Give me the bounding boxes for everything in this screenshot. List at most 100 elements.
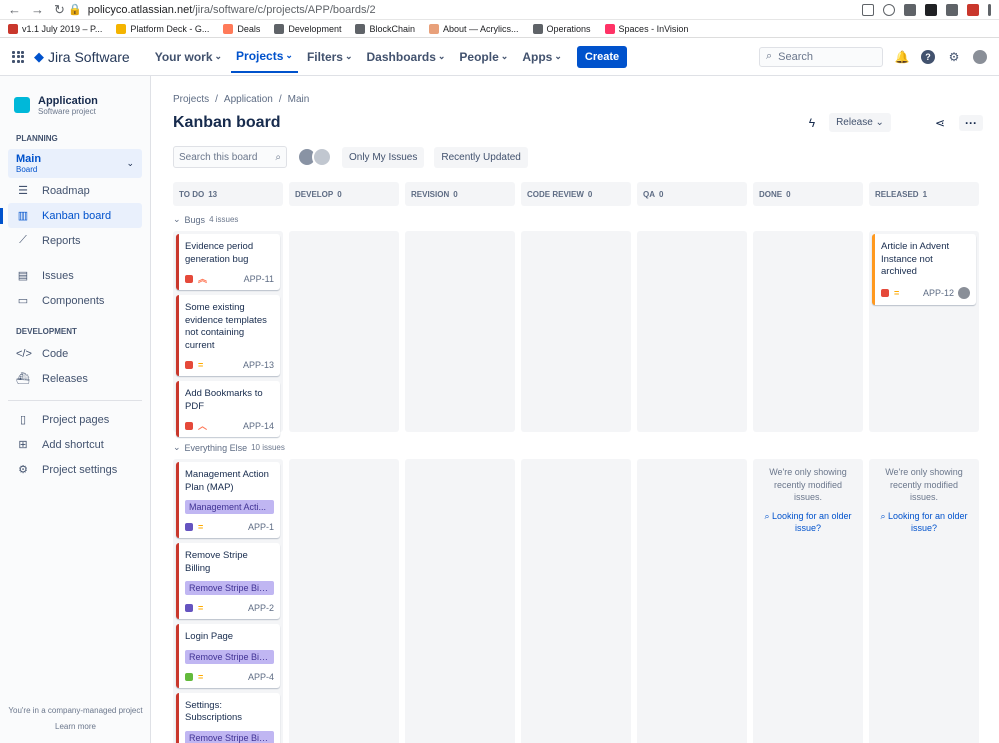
issue-key[interactable]: APP-13 <box>243 360 274 370</box>
release-button[interactable]: Release ⌄ <box>829 113 891 132</box>
help-icon[interactable]: ? <box>921 49 935 64</box>
sidebar-item-project-settings[interactable]: ⚙ Project settings <box>8 457 142 482</box>
column-name: QA <box>643 189 655 199</box>
breadcrumb-projects[interactable]: Projects <box>173 94 209 105</box>
settings-gear-icon[interactable]: ⚙ <box>947 50 961 64</box>
breadcrumb-main[interactable]: Main <box>288 94 310 105</box>
older-issue-link[interactable]: ⌕ Looking for an older issue? <box>759 510 857 535</box>
bookmark-label: Development <box>288 23 342 34</box>
column-name: RELEASED <box>875 189 919 199</box>
bookmark-item[interactable]: Spaces - InVision <box>604 23 688 34</box>
bookmark-label: Platform Deck - G... <box>130 23 210 34</box>
board-main: Projects / Application / Main Kanban board… <box>151 76 999 743</box>
puzzle-icon[interactable] <box>946 3 958 16</box>
older-issue-link[interactable]: ⌕ Looking for an older issue? <box>875 510 973 535</box>
nav-people[interactable]: People ⌄ <box>454 41 513 73</box>
nav-apps[interactable]: Apps ⌄ <box>517 41 567 73</box>
sidebar-item-issues[interactable]: ▤ Issues <box>8 263 142 288</box>
swimlane-bugs[interactable]: ⌄ Bugs 4 issues <box>173 214 983 225</box>
learn-more-link[interactable]: Learn more <box>0 719 151 735</box>
sidebar-item-label: Code <box>42 348 69 360</box>
bookmark-item[interactable]: Deals <box>223 23 260 34</box>
share-icon[interactable] <box>862 3 874 16</box>
issue-key[interactable]: APP-1 <box>248 522 274 532</box>
sidebar-item-kanban-board[interactable]: ▥ Kanban board <box>0 203 142 228</box>
bookmark-item[interactable]: Platform Deck - G... <box>116 23 210 34</box>
issue-key[interactable]: APP-12 <box>923 288 954 298</box>
nav-filters[interactable]: Filters ⌄ <box>302 41 358 73</box>
project-header[interactable]: Application Software project <box>8 91 142 120</box>
nav-your-work[interactable]: Your work ⌄ <box>150 41 227 73</box>
issue-card[interactable]: Remove Stripe Billing Remove Stripe Bill.… <box>176 543 280 619</box>
lightning-icon[interactable]: ϟ <box>809 116 815 130</box>
issue-title: Login Page <box>185 631 234 642</box>
lane-column: We're only showing recently modified iss… <box>869 459 979 743</box>
issue-card[interactable]: Add Bookmarks to PDF ︿ APP-14 <box>176 381 280 437</box>
star-icon[interactable] <box>883 3 895 16</box>
back-arrow-icon[interactable]: ← <box>8 2 21 18</box>
bookmark-item[interactable]: v1.1 July 2019 – P... <box>8 23 102 34</box>
lane-column <box>289 231 399 432</box>
epic-label[interactable]: Remove Stripe Bill... <box>185 649 274 664</box>
app-switcher-icon[interactable] <box>12 50 24 63</box>
issue-key[interactable]: APP-14 <box>243 421 274 431</box>
epic-label[interactable]: Remove Stripe Bill... <box>185 581 274 595</box>
user-avatar[interactable] <box>973 49 987 64</box>
column-headers: TO DO 13 DEVELOP 0 REVISION 0 CODE REVIEW 0 QA 0 D… <box>173 182 983 206</box>
issue-card[interactable]: Management Action Plan (MAP) Management A… <box>176 462 280 538</box>
profile-icon[interactable] <box>967 3 979 16</box>
sidebar-item-add-shortcut[interactable]: ⊞ Add shortcut <box>8 432 142 457</box>
menu-dots-icon[interactable] <box>988 3 991 16</box>
sidebar-item-releases[interactable]: ⛴ Releases <box>8 366 142 391</box>
unassigned-avatar[interactable] <box>312 147 332 167</box>
forward-arrow-icon[interactable]: → <box>31 2 44 18</box>
extension-icon[interactable] <box>904 3 916 16</box>
bookmark-icon <box>532 23 543 34</box>
create-button[interactable]: Create <box>576 45 628 68</box>
nav-label: Projects <box>236 48 284 63</box>
nav-dashboards[interactable]: Dashboards ⌄ <box>362 41 451 73</box>
logo-text: Jira Software <box>48 48 130 65</box>
jira-logo[interactable]: ◆ Jira Software <box>34 49 130 65</box>
bookmark-item[interactable]: BlockChain <box>355 23 415 34</box>
issue-icons: = <box>881 288 899 297</box>
reload-icon[interactable]: ↻ <box>54 2 65 18</box>
issue-key[interactable]: APP-2 <box>248 603 274 613</box>
notifications-icon[interactable]: 🔔 <box>895 50 910 64</box>
bookmark-item[interactable]: About — Acrylics... <box>428 23 519 34</box>
issue-card[interactable]: Settings: Subscriptions Remove Stripe Bil… <box>176 692 280 743</box>
bookmark-item[interactable]: Operations <box>532 23 591 34</box>
epic-label[interactable]: Remove Stripe Bill... <box>185 730 274 743</box>
board-search-input[interactable]: Search this board ⌕ <box>173 146 287 168</box>
sidebar-item-roadmap[interactable]: ☰ Roadmap <box>8 178 142 203</box>
sidebar-item-components[interactable]: ▭ Components <box>8 288 142 313</box>
nav-projects[interactable]: Projects ⌄ <box>231 41 298 73</box>
epic-label[interactable]: Management Acti... <box>185 500 274 514</box>
share-icon[interactable]: ⋖ <box>935 116 945 130</box>
issue-card[interactable]: Login Page Remove Stripe Bill... = APP-4 <box>176 624 280 688</box>
filter-only-my-issues[interactable]: Only My Issues <box>342 146 425 168</box>
global-search-input[interactable]: ⌕ Search <box>759 46 883 67</box>
issue-key[interactable]: APP-4 <box>248 672 274 682</box>
address-bar[interactable]: 🔒 policyco.atlassian.net/jira/software/c… <box>68 3 862 17</box>
project-footnote: You're in a company-managed project Lear… <box>0 703 151 735</box>
notice-text: We're only showing recently modified iss… <box>769 467 847 502</box>
issue-key[interactable]: APP-11 <box>244 274 274 284</box>
issue-card[interactable]: Evidence period generation bug ︽ APP-11 <box>176 234 280 290</box>
filter-recently-updated[interactable]: Recently Updated <box>434 146 528 168</box>
issue-meta: APP-4 <box>248 672 274 682</box>
more-dots-icon[interactable]: ··· <box>959 114 983 131</box>
sidebar-item-reports[interactable]: ⟋ Reports <box>8 228 142 253</box>
reports-chart-icon: ⟋ <box>19 234 27 246</box>
assignee-avatar[interactable] <box>958 286 970 299</box>
sidebar-item-project-pages[interactable]: ▯ Project pages <box>8 407 142 432</box>
breadcrumb-application[interactable]: Application <box>224 94 273 105</box>
issue-card[interactable]: Article in Advent Instance not archived =… <box>872 234 976 305</box>
bookmark-item[interactable]: Development <box>274 23 342 34</box>
issue-card[interactable]: Some existing evidence templates not con… <box>176 295 280 376</box>
board-selector[interactable]: Main Board ⌄ <box>8 149 142 178</box>
sidebar-item-code[interactable]: </> Code <box>8 342 142 366</box>
extension-icon[interactable] <box>925 3 937 16</box>
swimlane-everything-else[interactable]: ⌄ Everything Else 10 issues <box>173 442 983 453</box>
issue-footer: = APP-4 <box>185 672 274 682</box>
